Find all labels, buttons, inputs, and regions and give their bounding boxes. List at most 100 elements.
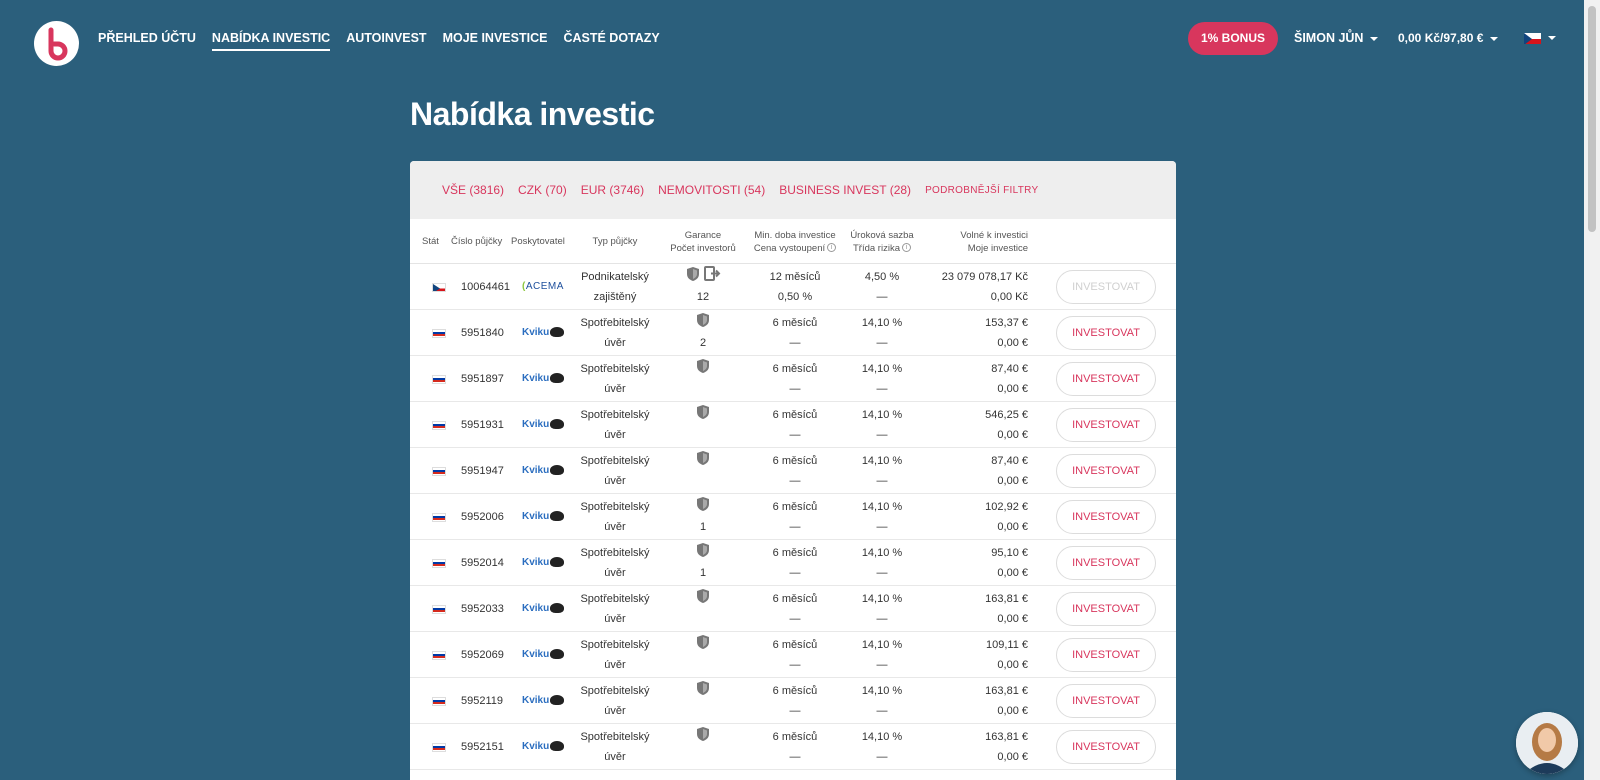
col-loan-type[interactable]: Typ půjčky [585,219,645,264]
bondster-logo[interactable] [34,21,79,66]
cell-rate: 14,10 % — [861,317,903,349]
nav-investment-offer[interactable]: NABÍDKA INVESTIC [211,31,331,51]
col-provider[interactable]: Poskytovatel [511,219,565,264]
col-loan-number[interactable]: Číslo půjčky [451,219,502,264]
russian-flag-icon [432,374,446,384]
nav-my-investments[interactable]: MOJE INVESTICE [443,31,548,51]
cell-country [432,724,446,770]
cell-loan-type: Spotřebitelský úvěr [580,685,650,717]
russian-flag-icon [432,604,446,614]
balance-value: 0,00 Kč/97,80 € [1398,31,1484,45]
provider-logo-kviku: Kviku [522,599,565,619]
nav-autoinvest[interactable]: AUTOINVEST [346,31,426,51]
cell-loan-number[interactable]: 5952033 [461,586,504,632]
chat-support-avatar[interactable] [1516,712,1578,774]
col-country[interactable]: Stát [422,219,439,264]
guarantee-shield-icon [686,266,700,289]
russian-flag-icon [432,466,446,476]
col-investors-label: Počet investorů [670,242,736,254]
filter-czk[interactable]: CZK (70) [518,183,567,197]
user-menu[interactable]: ŠIMON JŮN [1294,31,1379,45]
col-available[interactable]: Volné k investici Moje investice [930,219,1028,264]
invest-button[interactable]: INVESTOVAT [1056,316,1156,350]
cell-loan-type: Spotřebitelský úvěr [580,363,650,395]
table-row[interactable]: 5952006 Kviku Spotřebitelský úvěr 1 6 měsíců —… [410,494,1176,540]
table-body: 10064461 (ACEMA Podnikatelský zajištěný 12 12… [410,264,1176,770]
panda-icon [550,327,565,338]
cell-loan-number[interactable]: 5952014 [461,540,504,586]
col-rate[interactable]: Úroková sazba Třída rizika i [848,219,916,264]
filter-eur[interactable]: EUR (3746) [581,183,644,197]
cell-loan-number[interactable]: 5952069 [461,632,504,678]
info-icon[interactable]: i [901,243,911,253]
chevron-down-icon [1370,36,1379,41]
cell-available: 109,11 €0,00 € [985,639,1028,671]
table-row[interactable]: 5952151 Kviku Spotřebitelský úvěr 6 měsíců — 1… [410,724,1176,770]
table-row[interactable]: 5951947 Kviku Spotřebitelský úvěr 6 měsíců — 1… [410,448,1176,494]
cell-loan-type: Spotřebitelský úvěr [580,409,650,441]
table-row[interactable]: 5952033 Kviku Spotřebitelský úvěr 6 měsíců — 1… [410,586,1176,632]
invest-button[interactable]: INVESTOVAT [1056,684,1156,718]
cell-available: 87,40 €0,00 € [991,363,1028,395]
col-guarantee[interactable]: Garance Počet investorů [663,219,743,264]
provider-logo-kviku: Kviku [522,553,565,573]
invest-button[interactable]: INVESTOVAT [1056,408,1156,442]
invest-button[interactable]: INVESTOVAT [1056,454,1156,488]
filter-business-invest[interactable]: BUSINESS INVEST (28) [779,183,911,197]
scrollbar-thumb[interactable] [1588,6,1596,232]
invest-button[interactable]: INVESTOVAT [1056,500,1156,534]
invest-button[interactable]: INVESTOVAT [1056,362,1156,396]
cell-country [432,448,446,494]
cell-loan-number[interactable]: 5952006 [461,494,504,540]
cell-min-period: 6 měsíců — [772,501,818,533]
cell-loan-number[interactable]: 5951931 [461,402,504,448]
cell-guarantee [663,632,743,678]
panda-icon [550,741,565,752]
filter-detailed[interactable]: PODROBNĚJŠÍ FILTRY [925,185,1038,196]
info-icon[interactable]: i [827,243,837,253]
czech-flag-icon [432,282,446,292]
table-row[interactable]: 5952119 Kviku Spotřebitelský úvěr 6 měsíců — 1… [410,678,1176,724]
col-available-label: Volné k investici [960,229,1028,241]
table-row[interactable]: 5952069 Kviku Spotřebitelský úvěr 6 měsíců — 1… [410,632,1176,678]
col-min-period[interactable]: Min. doba investice Cena vystoupení i [750,219,840,264]
cell-rate: 14,10 % — [861,685,903,717]
balance-menu[interactable]: 0,00 Kč/97,80 € [1398,31,1499,45]
filter-all[interactable]: VŠE (3816) [442,183,504,197]
cell-loan-type: Podnikatelský zajištěný [581,271,649,303]
table-row[interactable]: 5951931 Kviku Spotřebitelský úvěr 6 měsíců — 1… [410,402,1176,448]
cell-loan-number[interactable]: 5952151 [461,724,504,770]
russian-flag-icon [432,512,446,522]
table-row[interactable]: 5952014 Kviku Spotřebitelský úvěr 1 6 měsíců —… [410,540,1176,586]
nav-faq[interactable]: ČASTÉ DOTAZY [563,31,659,51]
investor-count: 2 [699,337,707,349]
cell-country [432,402,446,448]
bonus-button[interactable]: 1% BONUS [1188,22,1278,55]
invest-button[interactable]: INVESTOVAT [1056,730,1156,764]
scrollbar[interactable] [1584,0,1600,780]
invest-button[interactable]: INVESTOVAT [1056,592,1156,626]
cell-loan-number[interactable]: 5951897 [461,356,504,402]
cell-provider: Kviku [522,356,565,402]
table-row[interactable]: 10064461 (ACEMA Podnikatelský zajištěný 12 12… [410,264,1176,310]
investor-count: 12 [696,291,710,303]
invest-button[interactable]: INVESTOVAT [1056,638,1156,672]
cell-loan-number[interactable]: 10064461 [461,264,510,310]
filter-real-estate[interactable]: NEMOVITOSTI (54) [658,183,765,197]
language-switcher[interactable] [1524,32,1556,44]
cell-country [432,678,446,724]
table-row[interactable]: 5951897 Kviku Spotřebitelský úvěr 6 měsíců — 1… [410,356,1176,402]
col-country-label: Stát [422,236,439,247]
invest-button[interactable]: INVESTOVAT [1056,546,1156,580]
col-loan-type-label: Typ půjčky [592,236,638,247]
table-row[interactable]: 5951840 Kviku Spotřebitelský úvěr 2 6 měsíců —… [410,310,1176,356]
cell-loan-number[interactable]: 5951840 [461,310,504,356]
nav-account-overview[interactable]: PŘEHLED ÚČTU [98,31,196,51]
invest-button[interactable]: INVESTOVAT [1056,270,1156,304]
panda-icon [550,373,565,384]
cell-loan-number[interactable]: 5951947 [461,448,504,494]
panda-icon [550,649,565,660]
cell-rate: 14,10 % — [861,501,903,533]
cell-min-period: 6 měsíců — [772,455,818,487]
cell-loan-number[interactable]: 5952119 [461,678,503,724]
